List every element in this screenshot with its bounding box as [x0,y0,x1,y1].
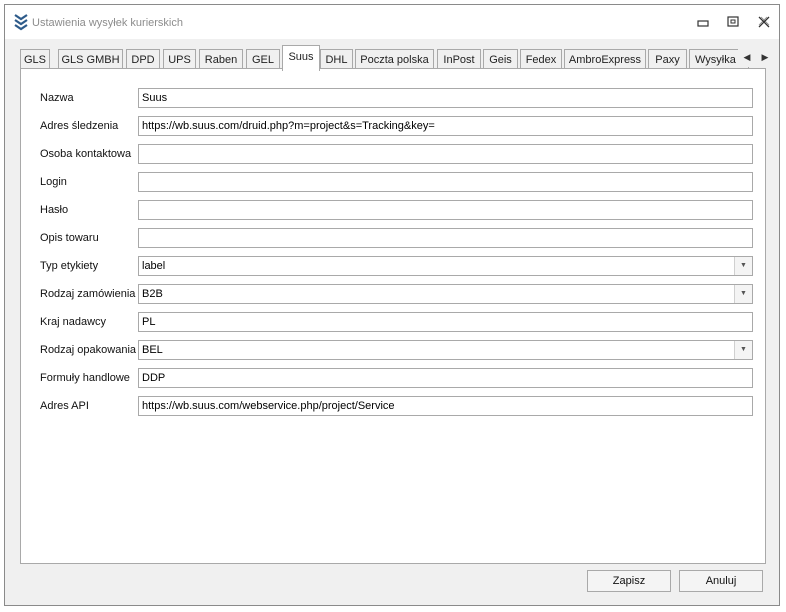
chevron-down-icon[interactable]: ▼ [734,257,752,275]
minimize-icon[interactable] [695,15,711,29]
tab-poczta-polska[interactable]: Poczta polska [355,49,434,69]
label-adres-sledzenia: Adres śledzenia [40,120,119,132]
tab-raben[interactable]: Raben [199,49,243,69]
chevron-down-icon[interactable]: ▼ [734,341,752,359]
tab-dpd[interactable]: DPD [126,49,160,69]
tab-ups[interactable]: UPS [163,49,196,69]
tab-label: Geis [489,53,512,66]
tab-fedex[interactable]: Fedex [520,49,562,69]
tab-content-panel: Nazwa Suus Adres śledzenia https://wb.su… [20,68,766,564]
password-field[interactable] [138,200,753,220]
tab-label: GLS GMBH [61,53,120,66]
tab-label: UPS [168,53,191,66]
tracking-url-field[interactable]: https://wb.suus.com/druid.php?m=project&… [138,116,753,136]
title-bar[interactable]: Ustawienia wysyłek kurierskich [5,5,779,39]
label-osoba-kontaktowa: Osoba kontaktowa [40,148,132,160]
incoterms-field[interactable]: DDP [138,368,753,388]
select-value: B2B [142,288,163,300]
tab-label: DHL [325,53,348,66]
tab-label: Poczta polska [360,53,429,66]
sender-country-field[interactable]: PL [138,312,753,332]
tab-label: Suus [288,51,314,63]
tab-scroll-arrows: ◀ ▶ [738,47,774,67]
tab-inpost[interactable]: InPost [437,49,481,69]
save-button[interactable]: Zapisz [587,570,671,592]
label-kraj-nadawcy: Kraj nadawcy [40,316,107,328]
tab-gls[interactable]: GLS [20,49,50,69]
tab-label: Paxy [655,53,680,66]
login-field[interactable] [138,172,753,192]
label-nazwa: Nazwa [40,92,74,104]
tab-gel[interactable]: GEL [246,49,280,69]
tab-paxy[interactable]: Paxy [648,49,687,69]
tab-geis[interactable]: Geis [483,49,518,69]
label-login: Login [40,176,67,188]
label-typ-etykiety: Typ etykiety [40,260,99,272]
select-value: BEL [142,344,163,356]
tab-label: GEL [251,53,274,66]
label-rodzaj-zamowienia: Rodzaj zamówienia [40,288,136,300]
package-type-select[interactable]: BEL ▼ [138,340,753,360]
tab-label: InPost [443,53,475,66]
tab-label: Raben [204,53,238,66]
tab-label: Wysyłka [695,53,736,66]
tab-label: Fedex [525,53,557,66]
goods-description-field[interactable] [138,228,753,248]
api-url-field[interactable]: https://wb.suus.com/webservice.php/proje… [138,396,753,416]
label-haslo: Hasło [40,204,69,216]
cancel-button[interactable]: Anuluj [679,570,763,592]
maximize-icon[interactable] [725,15,741,29]
label-formuly-handlowe: Formuły handlowe [40,372,130,384]
close-icon[interactable] [756,15,772,29]
chevron-down-icon[interactable]: ▼ [734,285,752,303]
tab-strip: GLS GLS GMBH DPD UPS Raben GEL Suus DHL … [20,45,775,71]
select-value: label [142,260,166,272]
arrow-right-icon[interactable]: ▶ [762,52,769,63]
tab-label: DPD [131,53,155,66]
tab-gls-gmbh[interactable]: GLS GMBH [58,49,123,69]
label-adres-api: Adres API [40,400,89,412]
window-title: Ustawienia wysyłek kurierskich [32,17,183,29]
order-type-select[interactable]: B2B ▼ [138,284,753,304]
chevrons-down-icon [14,14,28,31]
label-rodzaj-opakowania: Rodzaj opakowania [40,344,137,356]
arrow-left-icon[interactable]: ◀ [744,52,751,63]
contact-person-field[interactable] [138,144,753,164]
label-opis-towaru: Opis towaru [40,232,99,244]
label-type-select[interactable]: label ▼ [138,256,753,276]
tab-ambroexpress[interactable]: AmbroExpress [564,49,646,69]
settings-window: Ustawienia wysyłek kurierskich GLS GLS G… [4,4,780,606]
tab-suus[interactable]: Suus [282,45,320,71]
tab-dhl[interactable]: DHL [320,49,353,69]
tab-label: GLS [23,53,46,66]
tab-label: AmbroExpress [568,53,642,66]
nazwa-field[interactable]: Suus [138,88,753,108]
